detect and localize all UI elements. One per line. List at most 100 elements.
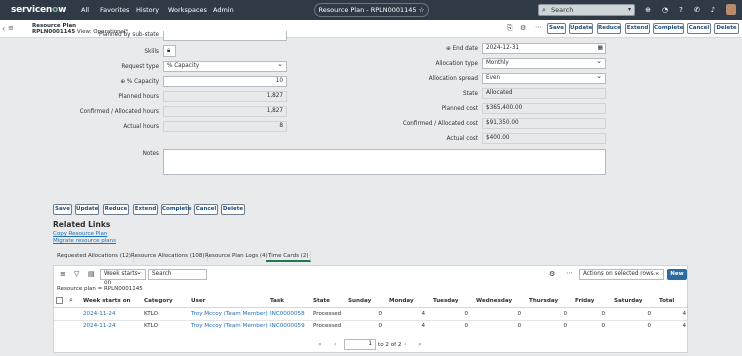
row1-sunday: 0 bbox=[378, 311, 382, 317]
globe-icon[interactable]: ⊕ bbox=[643, 5, 653, 15]
row2-thursday: 0 bbox=[563, 323, 567, 329]
capacity-label-text: % Capacity bbox=[126, 79, 159, 85]
new-button[interactable]: New bbox=[667, 269, 687, 280]
select-all-checkbox[interactable] bbox=[56, 297, 63, 304]
tab-resource-plan-logs[interactable]: Resource Plan Logs (4) bbox=[203, 251, 271, 262]
settings-gear-icon[interactable]: ⚙ bbox=[549, 270, 555, 278]
tab-requested-allocations[interactable]: Requested Allocations (12) bbox=[55, 251, 134, 262]
col-user[interactable]: User bbox=[191, 297, 205, 305]
prev-page-icon[interactable]: ‹ bbox=[334, 341, 336, 348]
bell-icon[interactable]: ♪ bbox=[708, 5, 718, 15]
update-button-bottom[interactable]: Update bbox=[75, 204, 99, 215]
more-list-options-icon[interactable]: ⋯ bbox=[566, 269, 573, 277]
reduce-button[interactable]: Reduce bbox=[597, 23, 621, 34]
row1-task[interactable]: INC0000058 bbox=[270, 310, 305, 318]
capacity-input[interactable]: 10 bbox=[163, 76, 287, 87]
nav-history[interactable]: History bbox=[136, 6, 159, 14]
end-date-label: ⊕ End date bbox=[420, 45, 478, 53]
planned-by-sub-label: Planned by sub-state bbox=[98, 32, 159, 38]
chat-icon[interactable]: ◔ bbox=[660, 5, 670, 15]
end-date-label-text: End date bbox=[452, 46, 478, 52]
planned-cost-field: $365,400.00 bbox=[482, 103, 606, 114]
bulk-actions-select[interactable]: Actions on selected rows... bbox=[579, 268, 664, 280]
global-search[interactable]: ⌕ Search ▾ bbox=[538, 4, 635, 16]
tab-time-cards[interactable]: Time Cards (2) bbox=[266, 251, 312, 262]
nav-admin[interactable]: Admin bbox=[213, 6, 234, 14]
breadcrumb[interactable]: Resource plan = RPLN0001145 bbox=[57, 286, 143, 292]
request-type-select[interactable]: % Capacity bbox=[163, 60, 287, 72]
attachment-icon[interactable]: ⎘ bbox=[507, 24, 513, 33]
search-dropdown-icon[interactable]: ▾ bbox=[628, 6, 631, 13]
col-wednesday[interactable]: Wednesday bbox=[476, 297, 512, 305]
nav-favorites[interactable]: Favorites bbox=[100, 6, 129, 14]
col-week-starts-on[interactable]: Week starts on bbox=[83, 297, 131, 305]
col-sunday[interactable]: Sunday bbox=[348, 297, 371, 305]
allocation-spread-select[interactable]: Even bbox=[482, 72, 606, 84]
help-icon[interactable]: ? bbox=[676, 5, 686, 15]
col-monday[interactable]: Monday bbox=[389, 297, 414, 305]
nav-workspaces[interactable]: Workspaces bbox=[168, 6, 207, 14]
reduce-button-bottom[interactable]: Reduce bbox=[103, 204, 129, 215]
phone-icon[interactable]: ✆ bbox=[692, 5, 702, 15]
notes-textarea[interactable] bbox=[163, 149, 606, 175]
servicenow-logo[interactable]: servicenow bbox=[11, 4, 68, 16]
activity-icon[interactable]: ⚙ bbox=[520, 24, 526, 32]
row2-task[interactable]: INC0000059 bbox=[270, 322, 305, 330]
menu-icon[interactable]: ≡ bbox=[8, 25, 15, 32]
row1-user[interactable]: Troy Mccoy (Team Member) bbox=[191, 310, 268, 318]
group-icon[interactable]: ▤ bbox=[88, 270, 95, 278]
col-friday[interactable]: Friday bbox=[575, 297, 594, 305]
list-menu-icon[interactable]: ≡ bbox=[60, 270, 66, 278]
row1-week[interactable]: 2024-11-24 bbox=[83, 310, 116, 318]
back-icon[interactable]: ‹ bbox=[2, 24, 5, 33]
nav-all[interactable]: All bbox=[81, 6, 89, 14]
col-saturday[interactable]: Saturday bbox=[614, 297, 642, 305]
save-button[interactable]: Save bbox=[547, 23, 566, 34]
allocation-type-select[interactable]: Monthly bbox=[482, 57, 606, 69]
migrate-resource-plans-link[interactable]: Migrate resource plans bbox=[53, 238, 116, 244]
col-category[interactable]: Category bbox=[144, 297, 173, 305]
filter-icon[interactable]: ▽ bbox=[74, 270, 79, 278]
skills-lock-button[interactable]: 🔒︎ bbox=[163, 45, 176, 57]
first-page-icon[interactable]: « bbox=[318, 341, 322, 348]
delete-button[interactable]: Delete bbox=[714, 23, 739, 34]
planned-by-sub-field[interactable] bbox=[163, 31, 287, 41]
actual-cost-field: $400.00 bbox=[482, 133, 606, 144]
tab-resource-allocations[interactable]: Resource Allocations (108) bbox=[129, 251, 208, 262]
row2-tuesday: 0 bbox=[464, 323, 468, 329]
cancel-button-bottom[interactable]: Cancel bbox=[194, 204, 218, 215]
complete-button[interactable]: Complete bbox=[653, 23, 684, 34]
group-by-select[interactable]: Week starts on bbox=[100, 268, 146, 286]
extend-button-bottom[interactable]: Extend bbox=[133, 204, 158, 215]
col-state[interactable]: State bbox=[313, 297, 330, 305]
col-tuesday[interactable]: Tuesday bbox=[433, 297, 459, 305]
save-button-bottom[interactable]: Save bbox=[53, 204, 72, 215]
column-search-icon[interactable]: ⌕ bbox=[69, 297, 73, 304]
row2-week[interactable]: 2024-11-24 bbox=[83, 322, 116, 330]
col-total[interactable]: Total bbox=[659, 297, 674, 305]
col-task[interactable]: Task bbox=[270, 297, 284, 305]
update-button[interactable]: Update bbox=[569, 23, 593, 34]
row2-user[interactable]: Troy Mccoy (Team Member) bbox=[191, 322, 268, 330]
cancel-button[interactable]: Cancel bbox=[687, 23, 711, 34]
star-icon[interactable]: ☆ bbox=[419, 6, 425, 14]
col-thursday[interactable]: Thursday bbox=[529, 297, 558, 305]
page-number-input[interactable]: 1 bbox=[344, 339, 376, 350]
confirmed-hours-field: 1,827 bbox=[163, 106, 287, 117]
avatar[interactable] bbox=[726, 4, 736, 15]
complete-button-bottom[interactable]: Complete bbox=[161, 204, 191, 215]
next-page-icon[interactable]: › bbox=[404, 341, 406, 348]
info-icon[interactable]: ⊕ bbox=[446, 46, 451, 52]
extend-button[interactable]: Extend bbox=[625, 23, 650, 34]
last-page-icon[interactable]: » bbox=[418, 341, 422, 348]
copy-resource-plan-link[interactable]: Copy Resource Plan bbox=[53, 231, 107, 237]
row1-tuesday: 0 bbox=[464, 311, 468, 317]
calendar-icon[interactable]: ▦ bbox=[598, 44, 603, 53]
row1-category: KTLO bbox=[144, 311, 158, 317]
list-search-input[interactable]: Search bbox=[148, 269, 207, 280]
end-date-input[interactable]: 2024-12-31 ▦ bbox=[482, 43, 606, 54]
delete-button-bottom[interactable]: Delete bbox=[221, 204, 245, 215]
more-options-icon[interactable]: ⋯ bbox=[535, 23, 542, 31]
row2-sunday: 0 bbox=[378, 323, 382, 329]
info-icon[interactable]: ⊕ bbox=[120, 79, 125, 85]
